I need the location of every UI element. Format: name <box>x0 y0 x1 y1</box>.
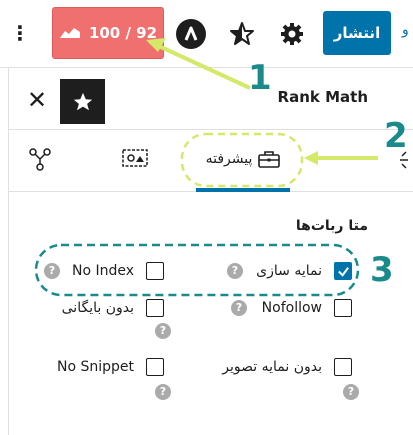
annotation-arrow-1 <box>149 40 251 90</box>
annotation-arrowhead-2 <box>304 151 318 165</box>
annotation-highlight-3 <box>34 243 360 297</box>
annotation-number-2: 2 <box>384 116 408 156</box>
annotation-number-1: 1 <box>248 58 272 98</box>
annotation-highlight-2 <box>180 132 304 188</box>
annotation-overlay <box>34 38 378 297</box>
annotation-number-3: 3 <box>370 250 394 290</box>
